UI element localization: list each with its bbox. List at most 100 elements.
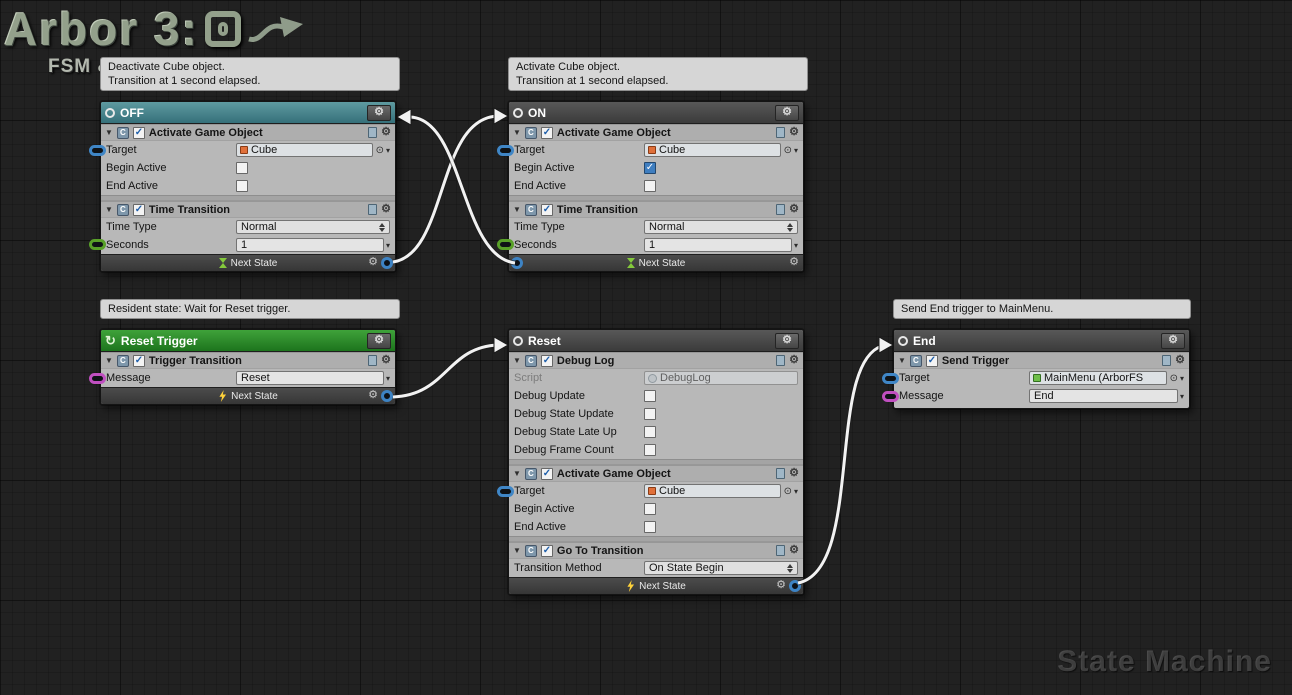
transition-output-port[interactable]: [511, 257, 523, 269]
popup-time-type[interactable]: Normal: [236, 220, 390, 234]
gameobject-input-port[interactable]: [882, 373, 899, 384]
behaviour-enabled-checkbox[interactable]: ✓: [926, 355, 938, 367]
next-state-bar[interactable]: Next State ⚙: [101, 387, 395, 404]
doc-icon[interactable]: [368, 355, 377, 366]
gear-icon[interactable]: ⚙: [789, 468, 799, 479]
gear-icon[interactable]: ⚙: [776, 580, 786, 591]
doc-icon[interactable]: [776, 468, 785, 479]
doc-icon[interactable]: [776, 545, 785, 556]
gear-icon[interactable]: ⚙: [789, 127, 799, 138]
behaviour-header[interactable]: ▼ C ✓ Send Trigger ⚙: [894, 352, 1189, 369]
doc-icon[interactable]: [776, 127, 785, 138]
transition-output-port[interactable]: [381, 390, 393, 402]
field-dropdown-icon[interactable]: ▾: [386, 374, 390, 383]
wire-off-to-on[interactable]: [393, 116, 498, 262]
dropdown-arrow-icon[interactable]: ▾: [1180, 374, 1184, 383]
state-node-reset-trigger[interactable]: ↻ Reset Trigger ⚙ ▼ C ✓ Trigger Transiti…: [100, 329, 396, 405]
seconds-field[interactable]: 1: [644, 238, 792, 252]
gear-icon[interactable]: ⚙: [368, 390, 378, 401]
state-header[interactable]: ON ⚙: [509, 102, 803, 124]
gear-icon[interactable]: ⚙: [381, 204, 391, 215]
gameobject-input-port[interactable]: [497, 145, 514, 156]
state-settings-button[interactable]: ⚙: [367, 333, 391, 349]
state-node-off[interactable]: OFF ⚙ ▼ C ✓ Activate Game Object ⚙ Targe…: [100, 101, 396, 272]
wire-reset-to-end[interactable]: [798, 346, 882, 583]
next-state-bar[interactable]: Next State ⚙: [509, 577, 803, 594]
behaviour-header[interactable]: ▼ C ✓ Activate Game Object ⚙: [509, 124, 803, 141]
state-settings-button[interactable]: ⚙: [775, 105, 799, 121]
state-node-on[interactable]: ON ⚙ ▼ C ✓ Activate Game Object ⚙ Target…: [508, 101, 804, 272]
gameobject-input-port[interactable]: [497, 486, 514, 497]
graph-canvas[interactable]: Arbor 3: FSM & BT Graph Editor State Mac…: [0, 0, 1292, 695]
popup-time-type[interactable]: Normal: [644, 220, 798, 234]
state-settings-button[interactable]: ⚙: [1161, 333, 1185, 349]
gear-icon[interactable]: ⚙: [381, 355, 391, 366]
behaviour-enabled-checkbox[interactable]: ✓: [541, 127, 553, 139]
popup-transition-method[interactable]: On State Begin: [644, 561, 798, 575]
object-picker-icon[interactable]: ⊙: [784, 486, 792, 497]
state-header[interactable]: ↻ Reset Trigger ⚙: [101, 330, 395, 352]
field-dropdown-icon[interactable]: ▾: [1180, 392, 1184, 401]
state-node-reset[interactable]: Reset ⚙ ▼ C ✓ Debug Log ⚙ Script DebugLo…: [508, 329, 804, 595]
behaviour-header[interactable]: ▼ C ✓ Debug Log ⚙: [509, 352, 803, 369]
debug-state-update-checkbox[interactable]: [644, 408, 656, 420]
behaviour-enabled-checkbox[interactable]: ✓: [541, 204, 553, 216]
doc-icon[interactable]: [368, 204, 377, 215]
foldout-triangle-icon[interactable]: ▼: [105, 205, 113, 214]
foldout-triangle-icon[interactable]: ▼: [513, 205, 521, 214]
gear-icon[interactable]: ⚙: [789, 257, 799, 268]
comment-end[interactable]: Send End trigger to MainMenu.: [893, 299, 1191, 319]
transition-output-port[interactable]: [789, 580, 801, 592]
behaviour-header[interactable]: ▼ C ✓ Time Transition ⚙: [101, 201, 395, 218]
object-field-target[interactable]: Cube: [236, 143, 373, 157]
gameobject-input-port[interactable]: [89, 145, 106, 156]
object-field-target[interactable]: Cube: [644, 143, 781, 157]
doc-icon[interactable]: [776, 355, 785, 366]
message-field[interactable]: End: [1029, 389, 1178, 403]
begin-active-checkbox[interactable]: [236, 162, 248, 174]
foldout-triangle-icon[interactable]: ▼: [105, 356, 113, 365]
doc-icon[interactable]: [776, 204, 785, 215]
doc-icon[interactable]: [368, 127, 377, 138]
behaviour-header[interactable]: ▼ C ✓ Trigger Transition ⚙: [101, 352, 395, 369]
behaviour-enabled-checkbox[interactable]: ✓: [133, 355, 145, 367]
behaviour-header[interactable]: ▼ C ✓ Activate Game Object ⚙: [101, 124, 395, 141]
behaviour-header[interactable]: ▼ C ✓ Time Transition ⚙: [509, 201, 803, 218]
string-input-port[interactable]: [89, 373, 106, 384]
object-picker-icon[interactable]: ⊙: [784, 145, 792, 156]
gear-icon[interactable]: ⚙: [368, 257, 378, 268]
state-header[interactable]: Reset ⚙: [509, 330, 803, 352]
behaviour-header[interactable]: ▼ C ✓ Activate Game Object ⚙: [509, 465, 803, 482]
dropdown-arrow-icon[interactable]: ▾: [794, 146, 798, 155]
comment-reset-trigger[interactable]: Resident state: Wait for Reset trigger.: [100, 299, 400, 319]
float-input-port[interactable]: [497, 239, 514, 250]
foldout-triangle-icon[interactable]: ▼: [513, 546, 521, 555]
behaviour-enabled-checkbox[interactable]: ✓: [133, 127, 145, 139]
begin-active-checkbox[interactable]: [644, 503, 656, 515]
comment-off[interactable]: Deactivate Cube object. Transition at 1 …: [100, 57, 400, 91]
dropdown-arrow-icon[interactable]: ▾: [386, 146, 390, 155]
foldout-triangle-icon[interactable]: ▼: [513, 469, 521, 478]
object-picker-icon[interactable]: ⊙: [1170, 373, 1178, 384]
foldout-triangle-icon[interactable]: ▼: [105, 128, 113, 137]
foldout-triangle-icon[interactable]: ▼: [513, 356, 521, 365]
gear-icon[interactable]: ⚙: [381, 127, 391, 138]
gear-icon[interactable]: ⚙: [1175, 355, 1185, 366]
comment-on[interactable]: Activate Cube object. Transition at 1 se…: [508, 57, 808, 91]
doc-icon[interactable]: [1162, 355, 1171, 366]
state-node-end[interactable]: End ⚙ ▼ C ✓ Send Trigger ⚙ Target MainMe…: [893, 329, 1190, 409]
state-header[interactable]: OFF ⚙: [101, 102, 395, 124]
float-input-port[interactable]: [89, 239, 106, 250]
foldout-triangle-icon[interactable]: ▼: [513, 128, 521, 137]
behaviour-enabled-checkbox[interactable]: ✓: [541, 355, 553, 367]
behaviour-enabled-checkbox[interactable]: ✓: [541, 468, 553, 480]
object-field-target[interactable]: MainMenu (ArborFS: [1029, 371, 1167, 385]
field-dropdown-icon[interactable]: ▾: [386, 241, 390, 250]
message-field[interactable]: Reset: [236, 371, 384, 385]
gear-icon[interactable]: ⚙: [789, 545, 799, 556]
end-active-checkbox[interactable]: [644, 180, 656, 192]
debug-frame-count-checkbox[interactable]: [644, 444, 656, 456]
behaviour-enabled-checkbox[interactable]: ✓: [133, 204, 145, 216]
gear-icon[interactable]: ⚙: [789, 355, 799, 366]
state-settings-button[interactable]: ⚙: [367, 105, 391, 121]
